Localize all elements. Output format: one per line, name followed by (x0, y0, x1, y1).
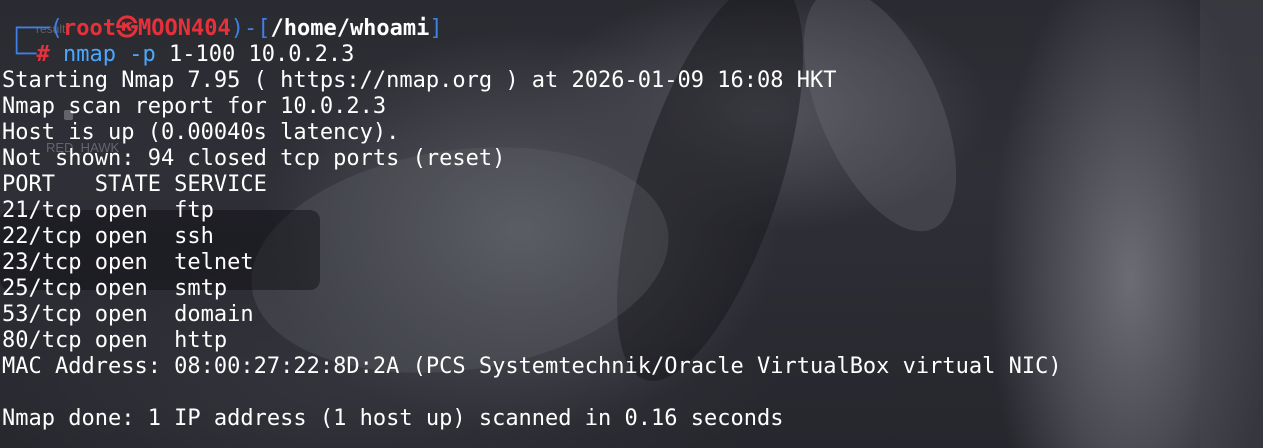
output-line: Nmap scan report for 10.0.2.3 (2, 94, 387, 119)
output-line: PORT STATE SERVICE (2, 172, 267, 197)
output-line: 22/tcp open ssh (2, 224, 214, 249)
output-line: Starting Nmap 7.95 ( https://nmap.org ) … (2, 68, 837, 93)
prompt-bracket-close: ] (429, 16, 443, 41)
prompt-corner-top: ┌── (10, 16, 50, 41)
prompt-open-paren: ( (49, 16, 63, 41)
output-line: Nmap done: 1 IP address (1 host up) scan… (2, 406, 784, 431)
command-args: 1-100 10.0.2.3 (168, 42, 355, 67)
prompt-corner-bottom: └─ (10, 42, 37, 67)
command-line[interactable]: └─# nmap -p 1-100 10.0.2.3 (10, 42, 354, 68)
output-line: MAC Address: 08:00:27:22:8D:2A (PCS Syst… (2, 354, 1062, 379)
command-name: nmap (63, 42, 116, 67)
prompt-user: root (63, 16, 116, 41)
output-line: 21/tcp open ftp (2, 198, 214, 223)
prompt-bracket-open: [ (257, 16, 271, 41)
prompt-dash: - (243, 16, 258, 41)
prompt-hash: # (36, 42, 50, 67)
prompt-line: ┌──(root㉿MOON404)-[/home/whoami] (10, 16, 443, 42)
prompt-path: /home/whoami (270, 16, 430, 41)
output-line: 23/tcp open telnet (2, 250, 254, 275)
output-line: Host is up (0.00040s latency). (2, 120, 400, 145)
kali-skull-at-icon: ㉿ (115, 16, 138, 41)
output-line: 25/tcp open smtp (2, 276, 228, 301)
prompt-host: MOON404 (138, 16, 231, 41)
output-line: 80/tcp open http (2, 328, 228, 353)
prompt-close-paren: ) (230, 16, 244, 41)
command-flag: -p (129, 42, 156, 67)
terminal-window[interactable]: ┌──(root㉿MOON404)-[/home/whoami] └─# nma… (0, 0, 1263, 448)
output-line: Not shown: 94 closed tcp ports (reset) (2, 146, 506, 171)
output-line: 53/tcp open domain (2, 302, 254, 327)
